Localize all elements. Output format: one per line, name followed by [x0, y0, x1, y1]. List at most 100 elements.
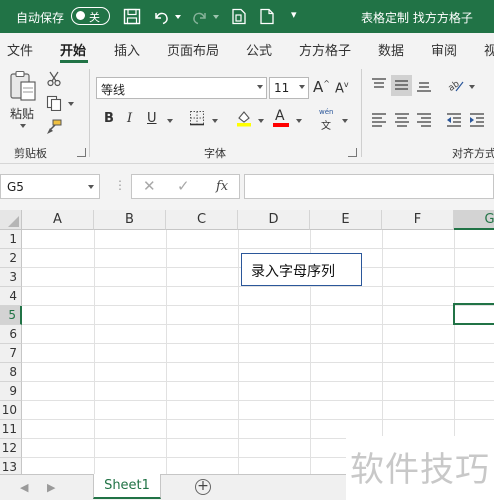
name-box-dropdown-icon[interactable]	[88, 185, 94, 189]
paste-label[interactable]: 粘贴	[10, 105, 34, 122]
font-name-dropdown-icon[interactable]	[257, 85, 263, 89]
row-header-11[interactable]: 11	[0, 420, 22, 439]
fill-color-dropdown-icon[interactable]	[258, 119, 264, 123]
font-name-combo[interactable]: 等线	[96, 77, 267, 99]
tab-review[interactable]: 审阅	[431, 40, 457, 59]
row-header-8[interactable]: 8	[0, 363, 22, 382]
sheet-tab-sheet1[interactable]: Sheet1	[93, 474, 161, 499]
font-color-dropdown-icon[interactable]	[296, 119, 302, 123]
copy-icon[interactable]	[46, 95, 62, 112]
column-header-e[interactable]: E	[310, 210, 382, 230]
row-header-1[interactable]: 1	[0, 230, 22, 249]
underline-dropdown-icon[interactable]	[167, 119, 173, 123]
paste-dropdown-icon[interactable]	[20, 124, 26, 128]
new-file-icon[interactable]	[258, 8, 276, 25]
cancel-icon[interactable]: ✕	[143, 177, 156, 195]
font-dialog-launcher-icon[interactable]	[348, 148, 357, 157]
prev-sheet-icon[interactable]: ◀	[20, 481, 28, 494]
row-header-6[interactable]: 6	[0, 325, 22, 344]
tab-home[interactable]: 开始	[60, 40, 86, 59]
print-preview-icon[interactable]	[230, 8, 248, 25]
grow-font-icon[interactable]: A^	[313, 78, 330, 96]
customize-toolbar-icon[interactable]: ▾	[291, 8, 309, 25]
row-header-12[interactable]: 12	[0, 439, 22, 458]
tab-data[interactable]: 数据	[378, 40, 404, 59]
autosave-toggle[interactable]: 关	[71, 7, 110, 25]
tab-insert[interactable]: 插入	[114, 40, 140, 59]
row-header-3[interactable]: 3	[0, 268, 22, 287]
bold-button[interactable]: B	[104, 111, 114, 126]
shrink-font-icon[interactable]: Av	[335, 80, 349, 96]
row-header-13[interactable]: 13	[0, 458, 22, 474]
fill-color-icon[interactable]	[235, 109, 253, 127]
phonetic-top: wén	[319, 108, 334, 116]
format-painter-icon[interactable]	[46, 119, 62, 135]
tab-page-layout[interactable]: 页面布局	[167, 40, 219, 59]
cut-icon[interactable]	[46, 71, 62, 87]
text-box-shape[interactable]: 录入字母序列	[241, 253, 362, 286]
save-icon[interactable]	[123, 8, 141, 25]
redo-dropdown-icon	[213, 15, 219, 19]
selected-cell-g5[interactable]	[453, 303, 494, 325]
row-header-9[interactable]: 9	[0, 382, 22, 401]
phonetic-guide-icon[interactable]: wén 文	[318, 108, 336, 132]
phonetic-bottom: 文	[321, 121, 331, 132]
row-header-7[interactable]: 7	[0, 344, 22, 363]
autosave-label: 自动保存	[16, 11, 65, 25]
add-sheet-icon[interactable]: +	[195, 479, 211, 495]
row-header-5[interactable]: 5	[0, 306, 22, 325]
gridline	[22, 286, 494, 287]
paste-icon[interactable]	[8, 70, 38, 104]
align-middle-icon[interactable]	[391, 75, 412, 96]
select-all-button[interactable]	[0, 210, 22, 230]
tab-fangfang[interactable]: 方方格子	[299, 40, 351, 59]
align-right-icon[interactable]	[416, 111, 432, 127]
column-header-g[interactable]: G	[454, 210, 494, 230]
row-header-2[interactable]: 2	[0, 249, 22, 268]
borders-icon[interactable]	[189, 110, 205, 126]
align-left-icon[interactable]	[371, 111, 387, 127]
formula-buttons: ✕ ✓ fx	[131, 174, 240, 199]
italic-button[interactable]: I	[127, 111, 132, 126]
enter-icon[interactable]: ✓	[177, 177, 190, 195]
align-top-icon[interactable]	[371, 77, 387, 93]
font-color-letter: A	[275, 108, 285, 124]
formula-input[interactable]	[244, 174, 494, 199]
watermark-text: 软件技巧	[350, 450, 490, 490]
font-color-icon[interactable]: A	[272, 108, 290, 127]
clipboard-dialog-launcher-icon[interactable]	[77, 148, 86, 157]
column-header-a[interactable]: A	[22, 210, 94, 230]
increase-indent-icon[interactable]	[469, 111, 485, 127]
row-header-4[interactable]: 4	[0, 287, 22, 306]
font-size-dropdown-icon[interactable]	[299, 85, 305, 89]
decrease-indent-icon[interactable]	[446, 111, 462, 127]
column-header-c[interactable]: C	[166, 210, 238, 230]
formula-bar-splitter[interactable]: ⋮	[114, 178, 126, 192]
tab-formulas[interactable]: 公式	[246, 40, 272, 59]
tab-file[interactable]: 文件	[7, 40, 33, 59]
undo-icon[interactable]	[152, 8, 170, 25]
undo-dropdown-icon[interactable]	[175, 15, 181, 19]
gridline	[22, 400, 494, 401]
phonetic-dropdown-icon[interactable]	[342, 119, 348, 123]
orientation-icon[interactable]: ab	[447, 77, 465, 94]
font-size-combo[interactable]: 11	[269, 77, 309, 99]
next-sheet-icon[interactable]: ▶	[47, 481, 55, 494]
name-box[interactable]: G5	[0, 174, 100, 199]
tab-view[interactable]: 视	[484, 40, 494, 59]
underline-button[interactable]: U	[147, 111, 157, 126]
column-header-b[interactable]: B	[94, 210, 166, 230]
gridline	[22, 248, 494, 249]
sheet-tab-label: Sheet1	[104, 478, 150, 493]
align-bottom-icon[interactable]	[416, 77, 432, 93]
insert-function-icon[interactable]: fx	[216, 179, 228, 194]
column-header-d[interactable]: D	[238, 210, 310, 230]
align-center-icon[interactable]	[394, 111, 410, 127]
copy-dropdown-icon[interactable]	[68, 102, 74, 106]
column-header-f[interactable]: F	[382, 210, 454, 230]
worksheet-grid[interactable]: A B C D E F G 1 2 3 4 5 6 7 8 9 10 11 12…	[0, 210, 494, 474]
clipboard-group-label: 剪贴板	[14, 147, 47, 160]
orientation-dropdown-icon[interactable]	[469, 85, 475, 89]
borders-dropdown-icon[interactable]	[212, 119, 218, 123]
row-header-10[interactable]: 10	[0, 401, 22, 420]
